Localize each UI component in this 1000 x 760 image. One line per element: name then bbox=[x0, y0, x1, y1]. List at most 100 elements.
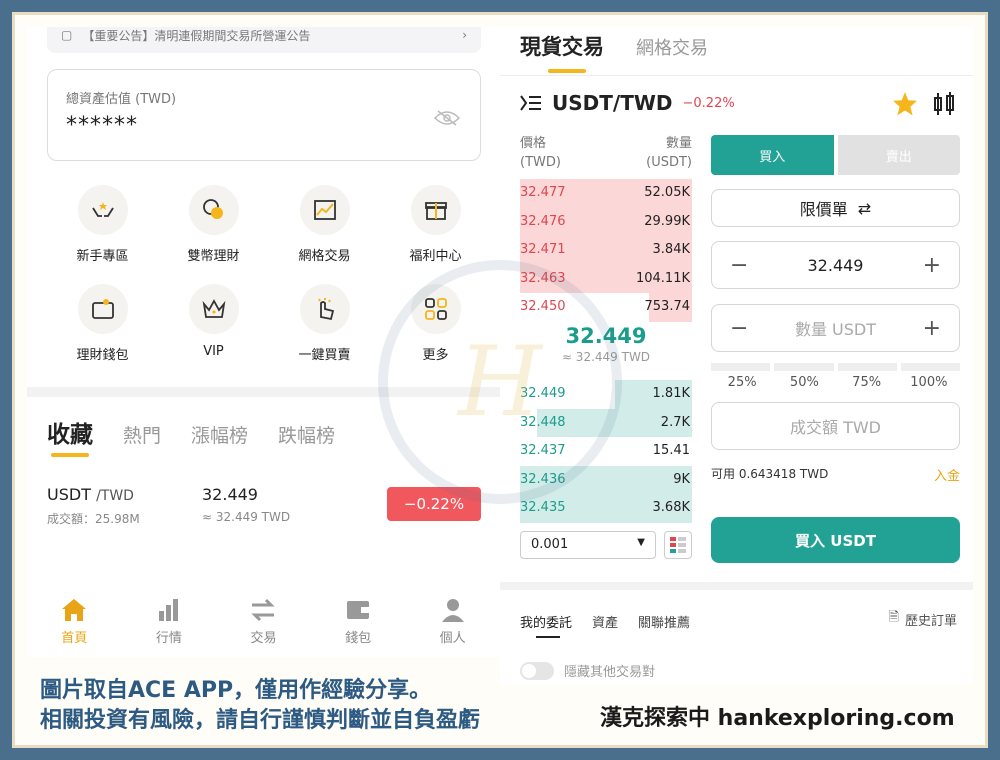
total-field[interactable]: 成交額 TWD bbox=[711, 402, 960, 450]
tab-grid[interactable]: 網格交易 bbox=[636, 34, 708, 60]
grid-item-vip[interactable]: VIP bbox=[158, 284, 269, 363]
pair-change: −0.22% bbox=[682, 95, 735, 111]
grid-item-label: 理財錢包 bbox=[76, 348, 129, 363]
nav-label: 錢包 bbox=[345, 631, 372, 646]
pair-name: USDT /TWD bbox=[47, 485, 134, 504]
nav-market[interactable]: 行情 bbox=[122, 597, 217, 657]
ask-amount: 104.11K bbox=[635, 270, 690, 286]
nav-label: 交易 bbox=[250, 631, 277, 646]
ask-row[interactable]: 32.463 104.11K bbox=[520, 264, 692, 293]
bid-row[interactable]: 32.437 15.41 bbox=[520, 437, 692, 466]
ask-row[interactable]: 32.450 753.74 bbox=[520, 293, 692, 322]
last-price-twd: ≈ 32.449 TWD bbox=[561, 350, 651, 364]
ask-row[interactable]: 32.477 52.05K bbox=[520, 179, 692, 208]
minus-icon[interactable]: − bbox=[730, 253, 748, 278]
user-icon bbox=[441, 599, 464, 622]
pair-header[interactable]: USDT/TWD −0.22% bbox=[520, 91, 735, 115]
grid-item-one-click[interactable]: 一鍵買賣 bbox=[269, 284, 380, 363]
home-icon bbox=[62, 599, 87, 621]
nav-home[interactable]: 首頁 bbox=[27, 597, 122, 657]
ask-price: 32.463 bbox=[520, 270, 566, 286]
grid-item-wallet[interactable]: 理財錢包 bbox=[47, 284, 158, 363]
asset-card: 總資產估值 (TWD) ****** bbox=[47, 69, 481, 161]
depth-select[interactable]: 0.001 ▼ bbox=[520, 531, 656, 559]
ask-amount: 29.99K bbox=[644, 213, 690, 229]
tab-related[interactable]: 關聯推薦 bbox=[638, 612, 690, 631]
bid-row[interactable]: 32.435 3.68K bbox=[520, 494, 692, 523]
announcement-bar[interactable]: ▢ 【重要公告】清明連假期間交易所營運公告 › bbox=[47, 27, 481, 53]
grid-item-more[interactable]: 更多 bbox=[380, 284, 491, 363]
hide-other-pairs: 隱藏其他交易對 bbox=[520, 661, 655, 680]
wallet-icon bbox=[347, 601, 370, 619]
bid-row[interactable]: 32.448 2.7K bbox=[520, 408, 692, 437]
tab-my-orders[interactable]: 我的委託 bbox=[520, 612, 572, 638]
grid-item-welfare[interactable]: 福利中心 bbox=[380, 185, 491, 264]
grid-item-dual-currency[interactable]: 雙幣理財 bbox=[158, 185, 269, 264]
grid-item-grid-trading[interactable]: 網格交易 bbox=[269, 185, 380, 264]
tab-losers[interactable]: 跌幅榜 bbox=[278, 421, 335, 448]
trade-tabs: 現貨交易 網格交易 bbox=[520, 31, 708, 73]
price-field[interactable]: − 32.449 + bbox=[711, 241, 960, 289]
star-icon[interactable] bbox=[892, 91, 918, 117]
grid-item-beginner[interactable]: 新手專區 bbox=[47, 185, 158, 264]
buy-tab[interactable]: 買入 bbox=[711, 135, 834, 175]
plus-icon[interactable]: + bbox=[923, 253, 941, 278]
asset-label: 總資產估值 (TWD) bbox=[66, 92, 177, 107]
nav-label: 首頁 bbox=[61, 631, 88, 646]
ask-row[interactable]: 32.476 29.99K bbox=[520, 207, 692, 236]
price-header: 價格 bbox=[520, 136, 547, 151]
change-badge: −0.22% bbox=[387, 487, 481, 521]
price-value: 32.449 bbox=[807, 255, 864, 275]
tab-gainers[interactable]: 漲幅榜 bbox=[191, 421, 248, 448]
percent-slider[interactable] bbox=[711, 363, 960, 371]
grid-item-label: 新手專區 bbox=[76, 249, 129, 264]
market-row[interactable]: USDT /TWD 成交額：25.98M 32.449 ≈ 32.449 TWD… bbox=[47, 485, 481, 535]
pct-75[interactable]: 75% bbox=[836, 375, 898, 390]
nav-trade[interactable]: 交易 bbox=[216, 597, 311, 657]
bid-row[interactable]: 32.436 9K bbox=[520, 465, 692, 494]
history-orders-link[interactable]: 🗎 歷史訂單 bbox=[889, 608, 957, 630]
announcement-icon: ▢ bbox=[61, 28, 73, 42]
announcement-text: 【重要公告】清明連假期間交易所營運公告 bbox=[82, 28, 311, 43]
orderbook-layout-icon[interactable] bbox=[664, 531, 692, 559]
gift-icon bbox=[410, 185, 461, 235]
pair-quote: /TWD bbox=[96, 488, 134, 504]
percent-labels: 25% 50% 75% 100% bbox=[711, 375, 960, 390]
pct-50[interactable]: 50% bbox=[773, 375, 835, 390]
candlestick-icon[interactable] bbox=[932, 91, 956, 117]
bid-row[interactable]: 32.449 1.81K bbox=[520, 380, 692, 409]
buy-usdt-button[interactable]: 買入 USDT bbox=[711, 517, 960, 563]
nav-profile[interactable]: 個人 bbox=[405, 597, 500, 657]
last-price: 32.449 ≈ 32.449 TWD bbox=[520, 324, 692, 364]
pair-title: USDT/TWD bbox=[552, 91, 673, 115]
tab-assets[interactable]: 資產 bbox=[592, 612, 618, 631]
tab-spot[interactable]: 現貨交易 bbox=[520, 31, 604, 73]
document-icon: 🗎 bbox=[888, 610, 899, 625]
ask-row[interactable]: 32.471 3.84K bbox=[520, 236, 692, 265]
ask-amount: 52.05K bbox=[644, 185, 690, 200]
swap-arrows-icon: ⇄ bbox=[857, 198, 872, 218]
deposit-link[interactable]: 入金 bbox=[934, 465, 960, 484]
grid-item-label: 網格交易 bbox=[298, 249, 351, 264]
chart-line-icon bbox=[299, 185, 350, 235]
order-type-select[interactable]: 限價單 ⇄ bbox=[711, 189, 960, 227]
minus-icon[interactable]: − bbox=[730, 316, 748, 341]
hide-toggle[interactable] bbox=[520, 661, 554, 680]
pct-25[interactable]: 25% bbox=[711, 375, 773, 390]
brand-text: 漢克探索中 hankexploring.com bbox=[600, 706, 955, 731]
nav-wallet[interactable]: 錢包 bbox=[311, 597, 406, 657]
bid-price: 32.435 bbox=[520, 500, 566, 515]
quantity-field[interactable]: − 數量 USDT + bbox=[711, 304, 960, 352]
pct-100[interactable]: 100% bbox=[898, 375, 960, 390]
caption-line-2: 相關投資有風險，請自行謹慎判斷並自負盈虧 bbox=[40, 708, 481, 733]
eye-hidden-icon[interactable] bbox=[434, 110, 460, 126]
sell-tab[interactable]: 賣出 bbox=[837, 135, 960, 175]
coins-icon bbox=[188, 185, 239, 235]
tab-hot[interactable]: 熱門 bbox=[123, 421, 161, 448]
plus-icon[interactable]: + bbox=[923, 316, 941, 341]
bid-amount: 3.68K bbox=[652, 500, 690, 515]
menu-expand-icon[interactable] bbox=[520, 94, 542, 112]
tab-favorites[interactable]: 收藏 bbox=[47, 415, 93, 457]
pair-volume: 成交額：25.98M bbox=[47, 512, 140, 526]
ask-price: 32.450 bbox=[520, 299, 566, 314]
